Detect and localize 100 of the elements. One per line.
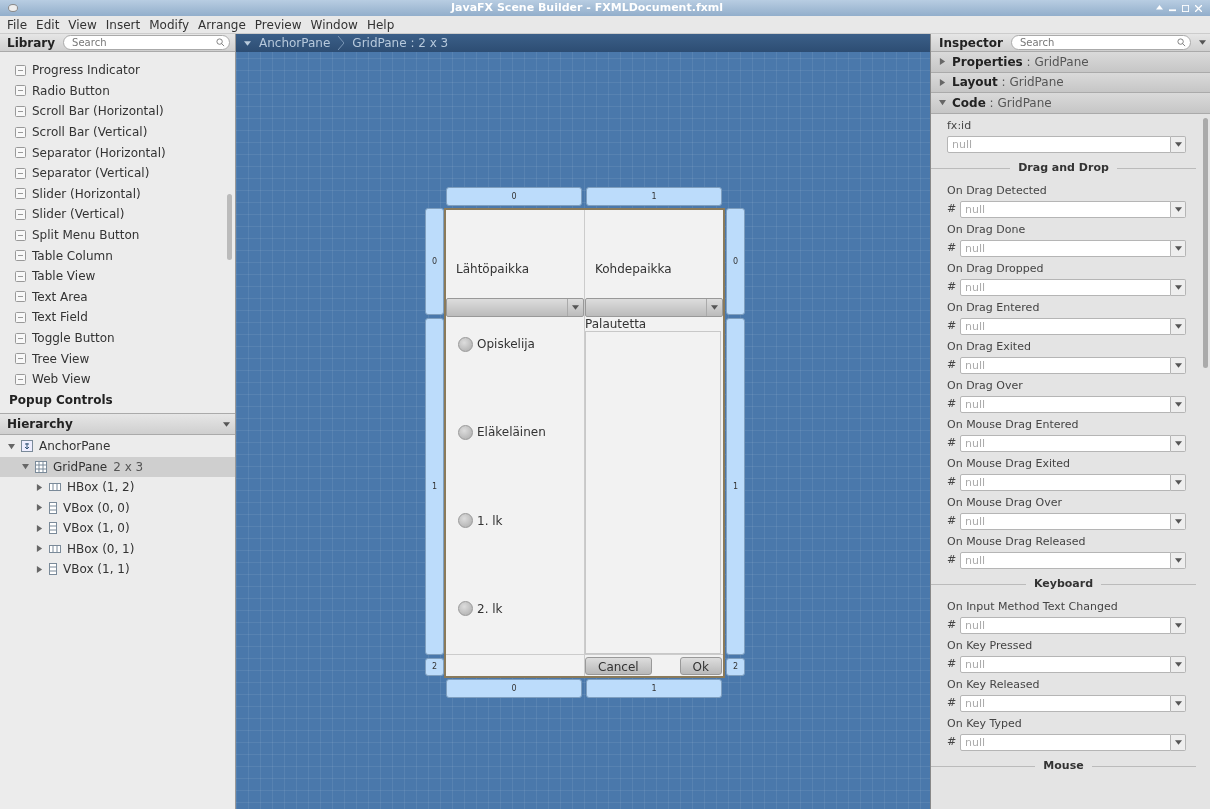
- menu-item[interactable]: View: [68, 15, 97, 34]
- combo-arrow-button[interactable]: [1171, 695, 1186, 712]
- menu-item[interactable]: Modify: [149, 15, 189, 34]
- grid-pane[interactable]: Lähtöpaikka Kohdepaikka Opiskelija Eläkeläinen 1. lk 2. lk Palautetta Cancel Ok: [444, 208, 725, 678]
- row-header[interactable]: 1: [425, 318, 444, 655]
- expanded-arrow-icon[interactable]: [22, 463, 29, 471]
- combo-arrow-button[interactable]: [1171, 435, 1186, 452]
- row-header[interactable]: 2: [425, 658, 444, 676]
- combo-arrow-button[interactable]: [1171, 357, 1186, 374]
- radio-button[interactable]: [458, 424, 473, 440]
- inspector-section-header[interactable]: Code : GridPane: [931, 93, 1210, 114]
- handler-input-field[interactable]: null: [960, 734, 1171, 751]
- combo-arrow-button[interactable]: [1171, 474, 1186, 491]
- hierarchy-item[interactable]: HBox (0, 1): [0, 538, 235, 559]
- column-header[interactable]: 1: [586, 187, 722, 206]
- handler-input-field[interactable]: null: [960, 695, 1171, 712]
- dialog-button[interactable]: Ok: [679, 656, 722, 675]
- combo-arrow-button[interactable]: [1171, 734, 1186, 751]
- combo-arrow-button[interactable]: [1171, 396, 1186, 413]
- dialog-button[interactable]: Cancel: [585, 656, 652, 675]
- collapsed-arrow-icon[interactable]: [36, 545, 43, 553]
- library-item[interactable]: Slider (Vertical): [0, 204, 235, 225]
- library-item[interactable]: Table View: [0, 265, 235, 287]
- menu-item[interactable]: Insert: [105, 15, 141, 34]
- search-field[interactable]: Search: [63, 35, 230, 50]
- library-item[interactable]: Separator (Vertical): [0, 162, 235, 184]
- dropdown-arrow-icon[interactable]: [244, 40, 251, 46]
- expanded-arrow-icon[interactable]: [8, 442, 15, 450]
- breadcrumb-item[interactable]: AnchorPane: [259, 34, 331, 52]
- combo-arrow-button[interactable]: [1171, 656, 1186, 673]
- combo-arrow-button[interactable]: [1171, 552, 1186, 569]
- handler-input-field[interactable]: null: [960, 396, 1171, 413]
- row-header[interactable]: 1: [726, 318, 745, 655]
- handler-input-field[interactable]: null: [960, 318, 1171, 335]
- library-item[interactable]: Radio Button: [0, 80, 235, 102]
- collapsed-arrow-icon[interactable]: [36, 524, 43, 532]
- menu-item[interactable]: Edit: [36, 15, 60, 34]
- library-item[interactable]: Scroll Bar (Horizontal): [0, 101, 235, 122]
- hierarchy-item[interactable]: HBox (1, 2): [0, 477, 235, 498]
- breadcrumb-item[interactable]: GridPane : 2 x 3: [352, 34, 449, 52]
- collapsed-arrow-icon[interactable]: [939, 78, 946, 86]
- handler-input-field[interactable]: null: [960, 513, 1171, 530]
- handler-input-field[interactable]: null: [960, 201, 1171, 218]
- inspector-section-header[interactable]: Properties : GridPane: [931, 52, 1210, 73]
- handler-input-field[interactable]: null: [947, 136, 1171, 153]
- scrollbar-thumb[interactable]: [227, 194, 232, 260]
- radio-button[interactable]: [458, 336, 473, 352]
- row-header[interactable]: 0: [726, 208, 745, 315]
- combo-arrow-button[interactable]: [1171, 318, 1186, 335]
- search-field[interactable]: Search: [1010, 35, 1191, 50]
- library-item[interactable]: Text Field: [0, 307, 235, 328]
- library-item[interactable]: Separator (Horizontal): [0, 142, 235, 163]
- menu-item[interactable]: Window: [310, 15, 358, 34]
- combo-arrow-button[interactable]: [1171, 513, 1186, 530]
- inspector-section-header[interactable]: Layout : GridPane: [931, 72, 1210, 93]
- row-header[interactable]: 0: [425, 208, 444, 315]
- library-item[interactable]: Scroll Bar (Vertical): [0, 121, 235, 143]
- library-item[interactable]: Slider (Horizontal): [0, 183, 235, 205]
- combo-arrow-button[interactable]: [1171, 240, 1186, 257]
- handler-input-field[interactable]: null: [960, 357, 1171, 374]
- row-header[interactable]: 2: [726, 658, 745, 676]
- handler-input-field[interactable]: null: [960, 552, 1171, 569]
- combo-arrow-button[interactable]: [1171, 136, 1186, 153]
- library-item[interactable]: Toggle Button: [0, 327, 235, 349]
- handler-input-field[interactable]: null: [960, 435, 1171, 452]
- handler-input-field[interactable]: null: [960, 279, 1171, 296]
- menu-item[interactable]: File: [7, 15, 28, 34]
- library-item[interactable]: Progress Indicator: [0, 60, 235, 81]
- collapsed-arrow-icon[interactable]: [36, 565, 43, 573]
- scrollbar-thumb[interactable]: [1203, 117, 1208, 368]
- handler-input-field[interactable]: null: [960, 617, 1171, 634]
- hierarchy-item[interactable]: VBox (0, 0): [0, 497, 235, 518]
- handler-input-field[interactable]: null: [960, 474, 1171, 491]
- library-item[interactable]: Text Area: [0, 286, 235, 308]
- column-header[interactable]: 1: [586, 679, 722, 698]
- hierarchy-item[interactable]: VBox (1, 0): [0, 518, 235, 539]
- column-header[interactable]: 0: [446, 187, 582, 206]
- library-item[interactable]: Web View: [0, 368, 235, 390]
- handler-input-field[interactable]: null: [960, 656, 1171, 673]
- combo-arrow-button[interactable]: [1171, 201, 1186, 218]
- library-item[interactable]: Tree View: [0, 348, 235, 369]
- radio-button[interactable]: [458, 513, 473, 529]
- hierarchy-item[interactable]: VBox (1, 1): [0, 559, 235, 580]
- collapsed-arrow-icon[interactable]: [36, 483, 43, 491]
- column-header[interactable]: 0: [446, 679, 582, 698]
- menu-item[interactable]: Preview: [254, 15, 302, 34]
- collapsed-arrow-icon[interactable]: [36, 504, 43, 512]
- collapsed-arrow-icon[interactable]: [939, 58, 946, 66]
- menu-item[interactable]: Help: [366, 15, 395, 34]
- expanded-arrow-icon[interactable]: [939, 99, 946, 107]
- library-item[interactable]: Split Menu Button: [0, 224, 235, 246]
- combo-arrow-button[interactable]: [1171, 279, 1186, 296]
- hierarchy-item[interactable]: GridPane 2 x 3: [0, 456, 235, 477]
- hierarchy-item[interactable]: AnchorPane: [0, 436, 235, 457]
- menu-item[interactable]: Arrange: [198, 15, 246, 34]
- library-section-title[interactable]: Popup Controls: [0, 389, 235, 411]
- combo-arrow-button[interactable]: [1171, 617, 1186, 634]
- handler-input-field[interactable]: null: [960, 240, 1171, 257]
- library-item[interactable]: Table Column: [0, 245, 235, 266]
- radio-button[interactable]: [458, 601, 473, 617]
